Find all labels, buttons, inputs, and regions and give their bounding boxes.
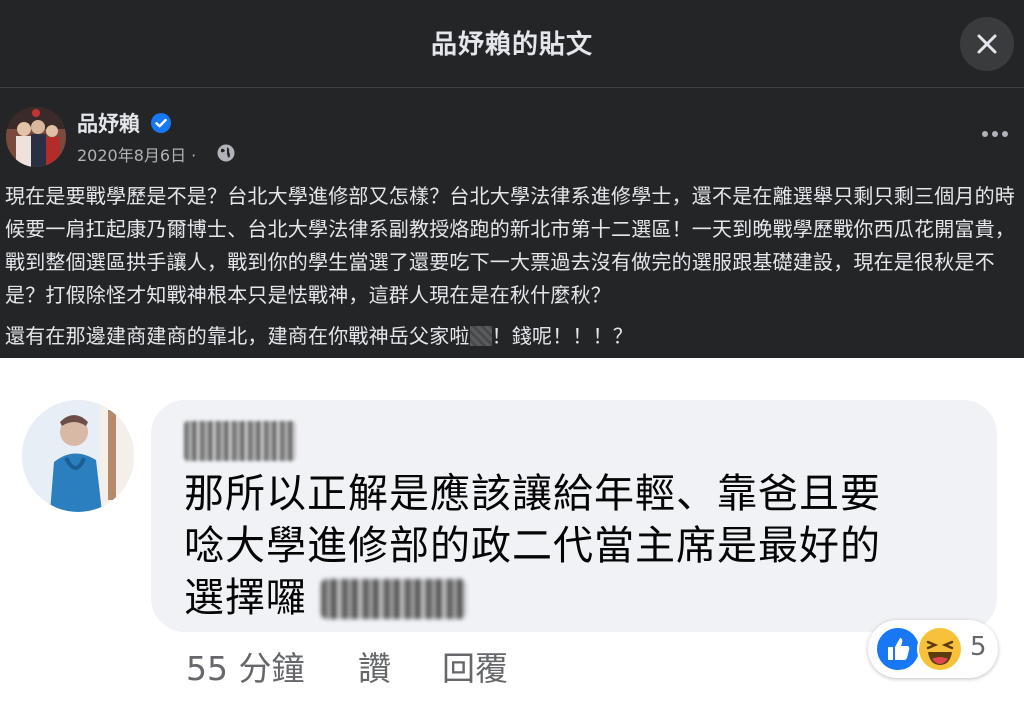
dialog-header: 品妤賴的貼文 xyxy=(0,0,1024,88)
like-reaction-icon xyxy=(875,626,921,672)
post-body: 現在是要戰學歷是不是？台北大學進修部又怎樣？台北大學法律系進修學士，還不是在離選… xyxy=(5,180,1019,353)
dialog-title: 品妤賴的貼文 xyxy=(430,30,593,60)
author-avatar[interactable] xyxy=(6,107,66,167)
post-paragraph: 還有在那邊建商建商的靠北，建商在你戰神岳父家啦 ！錢呢！！！？ xyxy=(5,320,1019,353)
author-name[interactable]: 品妤賴 xyxy=(77,108,140,138)
comment-line: 選擇囉 xyxy=(184,572,984,624)
close-button[interactable] xyxy=(960,17,1014,71)
redacted-text xyxy=(321,579,466,619)
globe-icon xyxy=(217,144,235,162)
commenter-avatar[interactable] xyxy=(22,400,134,512)
commenter-name-redacted[interactable] xyxy=(184,421,296,461)
comment-line: 那所以正解是應該讓給年輕、靠爸且要 xyxy=(184,471,881,517)
haha-reaction-icon xyxy=(917,626,963,672)
comment-line: 唸大學進修部的政二代當主席是最好的 xyxy=(184,523,881,569)
more-options-icon[interactable] xyxy=(978,124,1012,144)
commenter-avatar-image xyxy=(22,400,134,512)
post-date[interactable]: 2020年8月6日 · xyxy=(77,142,196,166)
close-icon xyxy=(977,34,997,54)
post-text-segment: ！錢呢！！！？ xyxy=(491,324,634,348)
reaction-count: 5 xyxy=(970,632,987,662)
reactions-summary[interactable]: 5 xyxy=(868,620,998,678)
like-button[interactable]: 讚 xyxy=(358,642,391,690)
reply-button[interactable]: 回覆 xyxy=(442,642,508,690)
redacted-text xyxy=(469,326,492,346)
verified-badge-icon xyxy=(151,113,171,133)
comment-line-text: 選擇囉 xyxy=(184,575,307,621)
author-avatar-image xyxy=(6,107,66,167)
comment-timestamp[interactable]: 55 分鐘 xyxy=(186,642,304,690)
comment-text: 那所以正解是應該讓給年輕、靠爸且要 唸大學進修部的政二代當主席是最好的 選擇囉 xyxy=(184,468,984,624)
post-paragraph: 現在是要戰學歷是不是？台北大學進修部又怎樣？台北大學法律系進修學士，還不是在離選… xyxy=(5,184,1015,307)
post-text-segment: 還有在那邊建商建商的靠北，建商在你戰神岳父家啦 xyxy=(5,324,470,348)
post-panel: 品妤賴的貼文 品妤賴 2020年8月6日 · 現在是要戰學歷是不是？台北大學進修… xyxy=(0,0,1024,358)
